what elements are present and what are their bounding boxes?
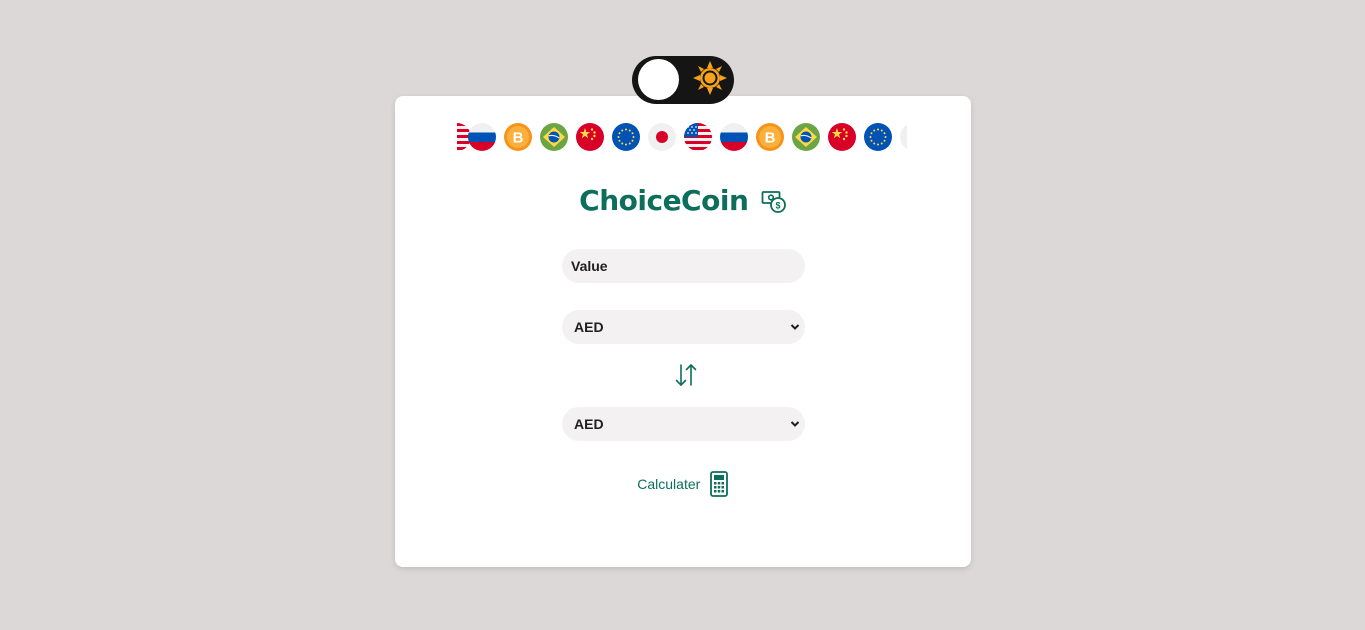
japan-flag-icon — [900, 124, 907, 150]
svg-text:B: B — [513, 130, 524, 147]
russia-flag-icon — [720, 123, 748, 151]
eu-flag-icon — [612, 123, 640, 151]
bitcoin-icon: B — [756, 123, 784, 151]
calculate-button[interactable]: Calculater — [395, 471, 971, 497]
brazil-flag-icon — [792, 123, 820, 151]
chevron-down-icon — [790, 324, 800, 330]
svg-text:$: $ — [775, 200, 780, 210]
japan-flag-icon — [648, 123, 676, 151]
money-exchange-icon: $ — [761, 190, 786, 213]
currency-carousel: B B — [457, 121, 907, 153]
bitcoin-icon: B — [504, 123, 532, 151]
svg-text:B: B — [765, 130, 776, 147]
swap-arrows-icon[interactable] — [673, 362, 699, 388]
from-currency-value: AED — [574, 319, 604, 335]
app-title: ChoiceCoin — [579, 184, 749, 217]
chevron-down-icon — [790, 421, 800, 427]
value-placeholder: Value — [571, 258, 608, 274]
to-currency-select[interactable]: AED — [562, 407, 805, 441]
value-input[interactable]: Value — [562, 249, 805, 283]
toggle-knob — [638, 59, 679, 100]
usa-flag-icon — [684, 123, 712, 151]
calculate-label: Calculater — [637, 476, 701, 492]
converter-card: B B ChoiceCoin $ Value AED AED Calculate… — [395, 96, 971, 567]
title-row: ChoiceCoin $ — [395, 184, 971, 224]
to-currency-value: AED — [574, 416, 604, 432]
from-currency-select[interactable]: AED — [562, 310, 805, 344]
china-flag-icon — [576, 123, 604, 151]
calculator-icon — [709, 471, 728, 497]
brazil-flag-icon — [540, 123, 568, 151]
eu-flag-icon — [864, 123, 892, 151]
sun-icon — [693, 61, 727, 95]
russia-flag-icon — [468, 123, 496, 151]
china-flag-icon — [828, 123, 856, 151]
